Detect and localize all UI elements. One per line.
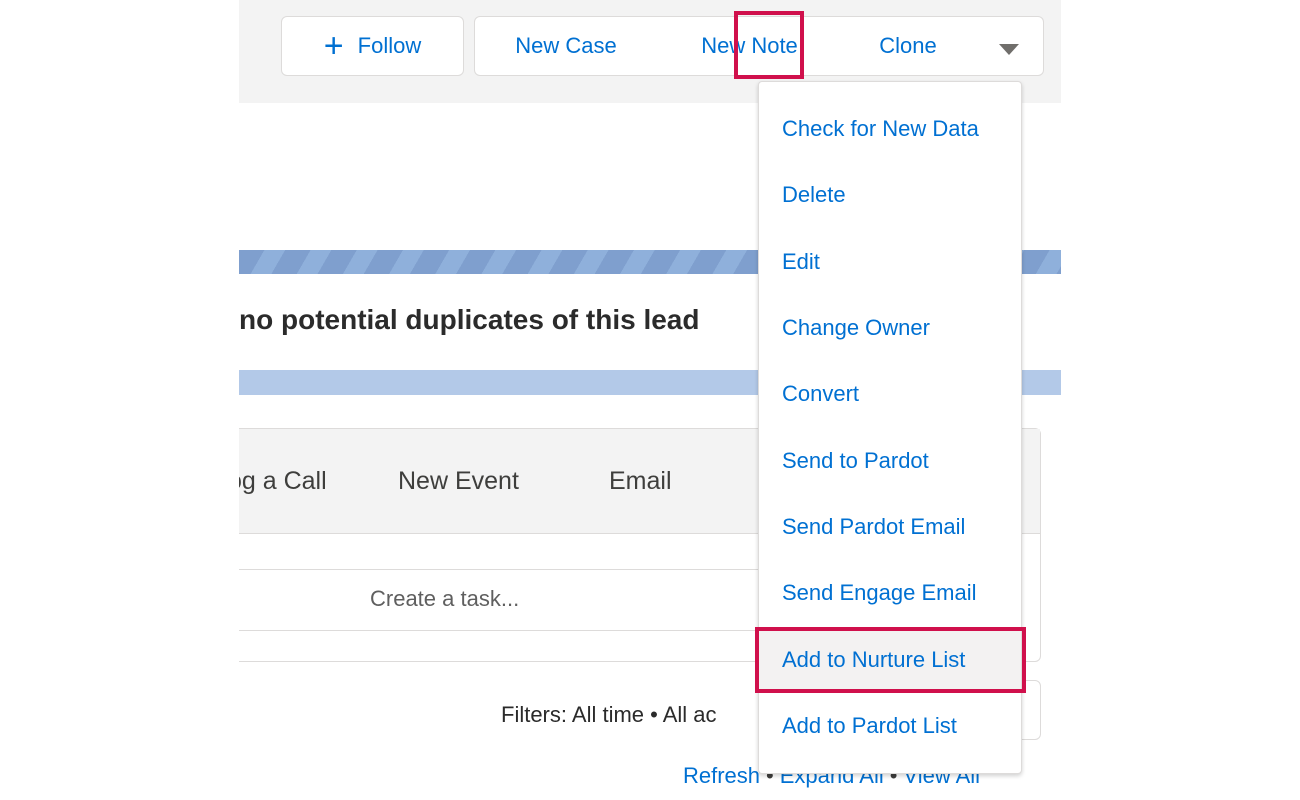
follow-button[interactable]: + Follow — [281, 16, 464, 76]
menu-item-add-to-pardot-list[interactable]: Add to Pardot List — [759, 696, 1021, 756]
nurture-list-highlight — [755, 627, 1026, 693]
menu-item-send-to-pardot[interactable]: Send to Pardot — [759, 431, 1021, 491]
new-case-button[interactable]: New Case — [474, 16, 658, 76]
more-actions-button[interactable] — [974, 16, 1044, 76]
menu-item-edit[interactable]: Edit — [759, 232, 1021, 292]
tab-email[interactable]: Email — [609, 467, 672, 496]
caret-down-icon — [998, 43, 1019, 55]
clone-button[interactable]: Clone — [842, 16, 975, 76]
follow-label: Follow — [357, 33, 422, 58]
refresh-link[interactable]: Refresh — [683, 763, 760, 788]
menu-item-delete[interactable]: Delete — [759, 165, 1021, 225]
menu-item-send-pardot-email[interactable]: Send Pardot Email — [759, 497, 1021, 557]
plus-icon: + — [323, 27, 344, 65]
clone-label: Clone — [879, 33, 937, 58]
menu-item-convert[interactable]: Convert — [759, 364, 1021, 424]
more-actions-highlight — [734, 11, 804, 79]
filters-text: Filters: All time • All ac — [501, 702, 717, 727]
duplicates-message: no potential duplicates of this lead — [239, 304, 700, 335]
task-placeholder: Create a task... — [370, 586, 520, 611]
menu-item-check-for-new-data[interactable]: Check for New Data — [759, 99, 1021, 159]
tab-new-event[interactable]: New Event — [398, 467, 519, 496]
new-case-label: New Case — [515, 33, 617, 58]
tab-log-a-call[interactable]: og a Call — [239, 467, 327, 496]
menu-item-change-owner[interactable]: Change Owner — [759, 298, 1021, 358]
menu-item-send-engage-email[interactable]: Send Engage Email — [759, 563, 1021, 623]
